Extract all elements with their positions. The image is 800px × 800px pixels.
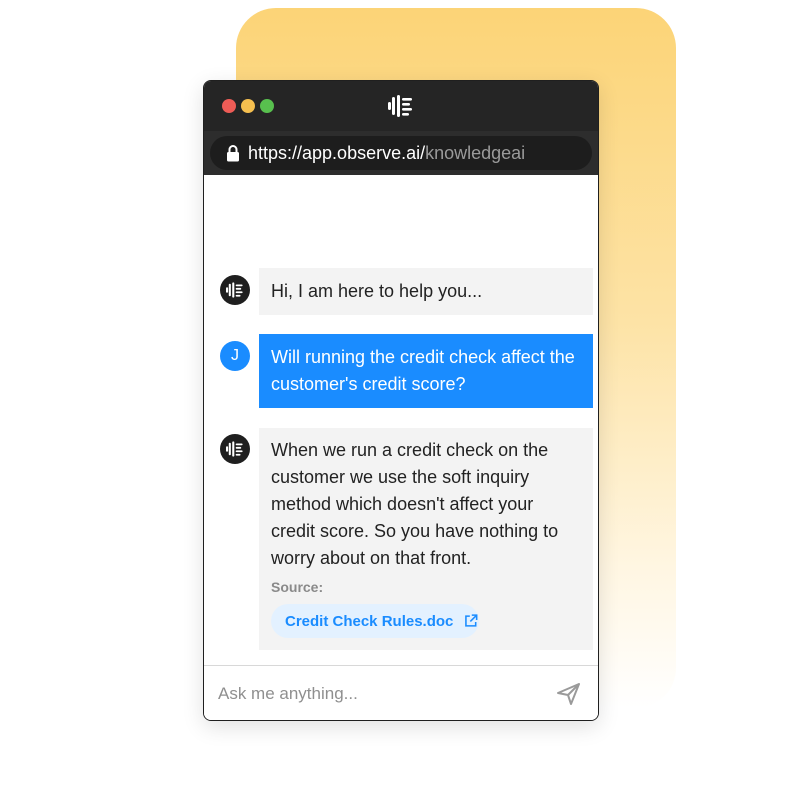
title-bar — [204, 81, 598, 131]
bot-avatar — [220, 275, 250, 305]
source-label: Source: — [271, 579, 324, 595]
url-text: https://app.observe.ai/knowledgeai — [248, 143, 525, 163]
observe-logo-icon — [388, 95, 412, 117]
send-icon[interactable] — [556, 682, 582, 706]
browser-window: https://app.observe.ai/knowledgeai Hi, I… — [203, 80, 599, 721]
url-path: knowledgeai — [425, 143, 526, 163]
lock-icon — [227, 145, 239, 162]
observe-logo-icon — [226, 441, 243, 457]
source-document-name: Credit Check Rules.doc — [285, 612, 454, 630]
url-host: https://app.observe.ai/ — [248, 143, 426, 163]
url-field[interactable]: https://app.observe.ai/knowledgeai — [210, 136, 592, 170]
minimize-window-button[interactable] — [241, 99, 255, 113]
composer — [204, 665, 598, 720]
address-bar: https://app.observe.ai/knowledgeai — [204, 131, 598, 175]
source-document-link[interactable]: Credit Check Rules.doc — [271, 604, 479, 638]
bot-message: Hi, I am here to help you... — [259, 268, 593, 315]
chat-input[interactable] — [218, 680, 538, 708]
chat-area: Hi, I am here to help you... J Will runn… — [204, 175, 598, 665]
maximize-window-button[interactable] — [260, 99, 274, 113]
observe-logo-icon — [226, 282, 243, 298]
user-avatar: J — [220, 341, 250, 371]
user-message: Will running the credit check affect the… — [259, 334, 593, 408]
bot-answer-message: When we run a credit check on the custom… — [259, 428, 593, 650]
close-window-button[interactable] — [222, 99, 236, 113]
external-link-icon — [465, 614, 478, 627]
bot-answer-text: When we run a credit check on the custom… — [271, 440, 559, 568]
bot-avatar — [220, 434, 250, 464]
